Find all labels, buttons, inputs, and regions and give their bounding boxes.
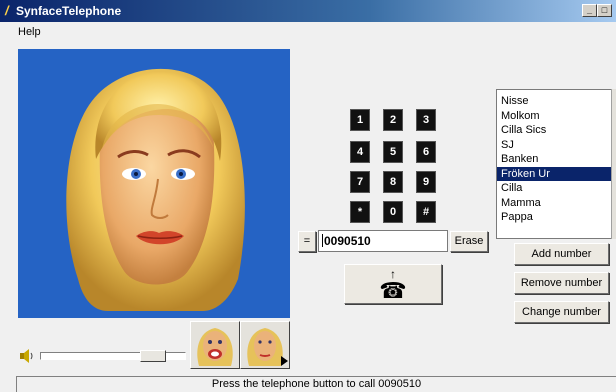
app-icon: / (5, 3, 9, 18)
contact-item[interactable]: Pappa (497, 210, 611, 225)
key-6[interactable]: 6 (416, 141, 436, 163)
status-text: Press the telephone button to call 00905… (211, 378, 422, 390)
key-8[interactable]: 8 (383, 171, 403, 193)
key-1[interactable]: 1 (350, 109, 370, 131)
face-view (18, 49, 290, 318)
contact-item-selected[interactable]: Fröken Ur (497, 166, 611, 181)
contact-item[interactable]: Mamma (497, 196, 611, 211)
call-button[interactable]: ↑ ☎ (344, 264, 442, 304)
contact-item[interactable]: Molkom (497, 109, 611, 124)
contact-item[interactable]: SJ (497, 138, 611, 153)
key-star[interactable]: * (350, 201, 370, 223)
contacts-scrollbar[interactable] (611, 89, 616, 239)
phone-number-value: 0090510 (324, 234, 371, 248)
menu-bar: Help (0, 23, 616, 41)
face-thumbnail-icon (247, 328, 288, 366)
key-9[interactable]: 9 (416, 171, 436, 193)
volume-slider-thumb[interactable] (140, 350, 166, 362)
contact-item[interactable]: Banken (497, 152, 611, 167)
minimize-button[interactable]: _ (582, 4, 597, 17)
face-mode-button-2[interactable] (240, 321, 290, 369)
contacts-list[interactable]: Nisse Molkom Cilla Sics SJ Banken Fröken… (496, 89, 612, 239)
avatar-face-image (66, 68, 245, 311)
title-bar[interactable]: / SynfaceTelephone _ □ (0, 0, 616, 22)
key-2[interactable]: 2 (383, 109, 403, 131)
key-4[interactable]: 4 (350, 141, 370, 163)
remove-number-button[interactable]: Remove number (514, 272, 609, 294)
telephone-icon: ☎ (379, 278, 407, 303)
key-3[interactable]: 3 (416, 109, 436, 131)
contact-item[interactable]: Nisse (497, 94, 611, 109)
status-bar: Press the telephone button to call 00905… (16, 376, 616, 392)
speaker-icon (19, 349, 35, 363)
text-caret (322, 234, 323, 247)
add-number-button[interactable]: Add number (514, 243, 609, 265)
contact-item[interactable]: Cilla (497, 181, 611, 196)
change-number-button[interactable]: Change number (514, 301, 609, 323)
phone-number-field[interactable]: 0090510 (318, 230, 448, 252)
face-mode-button-1[interactable] (190, 321, 240, 369)
key-5[interactable]: 5 (383, 141, 403, 163)
menu-help[interactable]: Help (18, 26, 41, 38)
window-title: SynfaceTelephone (16, 4, 122, 18)
equals-button[interactable]: = (298, 231, 316, 252)
erase-button[interactable]: Erase (450, 231, 488, 252)
maximize-button[interactable]: □ (597, 4, 612, 17)
key-hash[interactable]: # (416, 201, 436, 223)
key-7[interactable]: 7 (350, 171, 370, 193)
face-thumbnail-icon (197, 328, 233, 366)
key-0[interactable]: 0 (383, 201, 403, 223)
contact-item[interactable]: Cilla Sics (497, 123, 611, 138)
